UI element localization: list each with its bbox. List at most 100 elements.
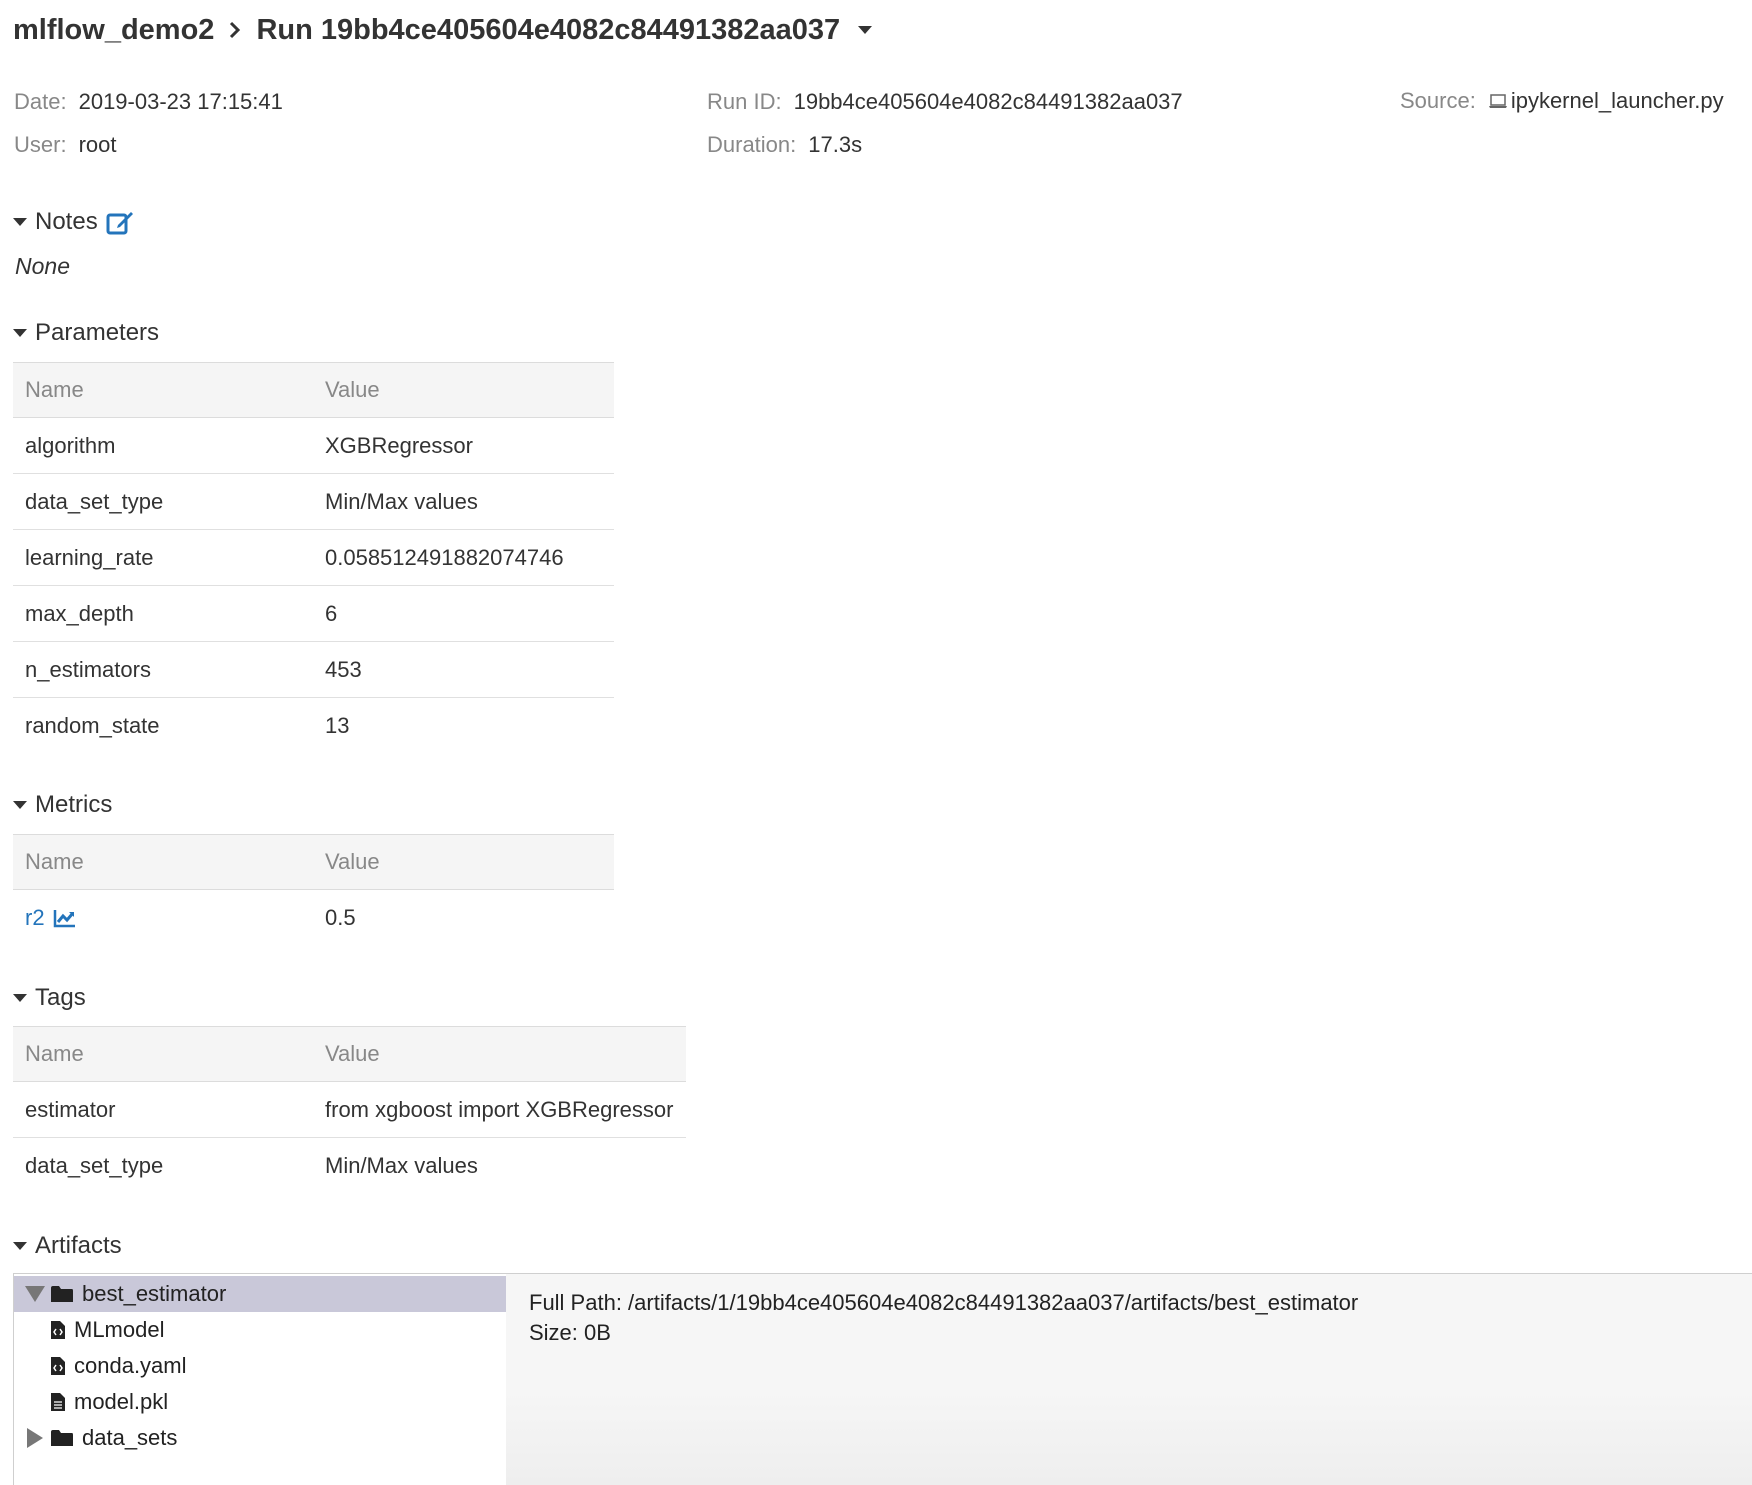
duration-value: 17.3s [808, 132, 863, 157]
duration-label: Duration: [707, 132, 797, 157]
parameters-section-header[interactable]: Parameters [13, 318, 159, 348]
date-value: 2019-03-23 17:15:41 [78, 89, 283, 114]
run-dropdown-caret-icon[interactable] [858, 25, 873, 35]
folder-icon [50, 1285, 74, 1303]
param-value: 6 [313, 585, 614, 642]
tree-item-model-pkl[interactable]: model.pkl [14, 1384, 507, 1420]
run-id-value: 19bb4ce405604e4082c84491382aa037 [793, 89, 1183, 114]
param-value: XGBRegressor [313, 417, 614, 474]
tag-name: data_set_type [25, 1152, 164, 1178]
run-id-label: Run ID: [707, 89, 782, 114]
source-value[interactable]: ipykernel_launcher.py [1511, 88, 1724, 114]
date-label: Date: [14, 89, 67, 114]
column-header-name[interactable]: Name [13, 834, 313, 890]
metrics-table: Name Value r2 0.5 [13, 834, 614, 945]
tag-name: estimator [13, 1081, 313, 1138]
param-value: Min/Max values [313, 473, 614, 530]
user-value: root [78, 132, 117, 157]
notes-section-header[interactable]: Notes [13, 207, 134, 237]
tag-value: from xgboost import XGBRegressor [313, 1081, 686, 1138]
breadcrumb-experiment-link[interactable]: mlflow_demo2 [13, 14, 214, 47]
user-label: User: [14, 132, 67, 157]
notes-content: None [15, 253, 70, 279]
tags-section-header[interactable]: Tags [13, 983, 86, 1013]
column-header-value[interactable]: Value [313, 1026, 686, 1082]
metrics-section-header[interactable]: Metrics [13, 790, 112, 820]
artifact-full-path: Full Path: /artifacts/1/19bb4ce405604e40… [529, 1290, 1359, 1315]
folder-icon [50, 1429, 74, 1447]
artifact-tree: best_estimator MLmodel conda.yaml model.… [13, 1274, 507, 1485]
column-header-value[interactable]: Value [313, 834, 614, 890]
meta-run-id: Run ID: 19bb4ce405604e4082c84491382aa037 [707, 89, 1183, 115]
column-header-name[interactable]: Name [13, 1026, 313, 1082]
tags-title: Tags [35, 984, 86, 1011]
param-name: data_set_type [13, 473, 313, 530]
meta-date: Date: 2019-03-23 17:15:41 [14, 89, 283, 115]
param-name: random_state [25, 712, 160, 738]
param-name: max_depth [13, 585, 313, 642]
artifact-size: Size: 0B [529, 1320, 611, 1345]
tree-item-label: MLmodel [74, 1317, 165, 1342]
param-value: 13 [325, 712, 350, 738]
code-file-icon [50, 1356, 66, 1376]
table-row: max_depth 6 [13, 585, 614, 642]
column-header-name[interactable]: Name [13, 362, 313, 418]
metrics-title: Metrics [35, 791, 113, 818]
table-row: learning_rate 0.058512491882074746 [13, 529, 614, 586]
tree-item-best-estimator[interactable]: best_estimator [14, 1276, 507, 1312]
tree-item-label: model.pkl [74, 1389, 169, 1414]
code-file-icon [50, 1320, 66, 1340]
edit-icon[interactable] [106, 209, 134, 235]
artifacts-title: Artifacts [35, 1232, 122, 1259]
caret-down-icon [13, 217, 27, 227]
artifact-detail-pane: Full Path: /artifacts/1/19bb4ce405604e40… [506, 1274, 1752, 1485]
table-row: random_state 13 [13, 698, 614, 754]
param-name: n_estimators [13, 641, 313, 698]
tree-item-mlmodel[interactable]: MLmodel [14, 1312, 507, 1348]
tag-value: Min/Max values [325, 1152, 478, 1178]
parameters-table: Name Value algorithm XGBRegressor data_se… [13, 362, 614, 753]
table-header-row: Name Value [13, 362, 614, 418]
param-value: 453 [313, 641, 614, 698]
tree-item-label: best_estimator [82, 1281, 227, 1306]
caret-down-icon [13, 993, 27, 1003]
notes-title: Notes [35, 208, 98, 235]
column-header-value[interactable]: Value [313, 362, 614, 418]
param-name: algorithm [13, 417, 313, 474]
laptop-icon [1488, 93, 1508, 109]
table-row: data_set_type Min/Max values [13, 473, 614, 530]
metric-name-cell: r2 [13, 890, 313, 946]
table-row: algorithm XGBRegressor [13, 417, 614, 474]
metric-name: r2 [25, 904, 45, 930]
triangle-down-icon[interactable] [20, 1285, 50, 1303]
run-title: Run 19bb4ce405604e4082c84491382aa037 [256, 13, 841, 46]
table-header-row: Name Value [13, 1026, 686, 1082]
tree-item-label: data_sets [82, 1425, 178, 1450]
artifacts-section-header[interactable]: Artifacts [13, 1231, 122, 1261]
tree-item-conda-yaml[interactable]: conda.yaml [14, 1348, 507, 1384]
caret-down-icon [13, 800, 27, 810]
table-row: n_estimators 453 [13, 641, 614, 698]
param-value: 0.058512491882074746 [313, 529, 614, 586]
param-name: learning_rate [13, 529, 313, 586]
metric-link-r2[interactable]: r2 [25, 905, 77, 931]
chevron-right-icon [228, 20, 242, 40]
tree-item-data-sets[interactable]: data_sets [14, 1420, 507, 1456]
source-label: Source: [1400, 88, 1476, 113]
breadcrumb: mlflow_demo2 Run 19bb4ce405604e4082c8449… [13, 10, 873, 50]
line-chart-icon [53, 908, 77, 928]
caret-down-icon [13, 1241, 27, 1251]
tags-table: Name Value estimator from xgboost import … [13, 1026, 686, 1193]
artifact-browser: best_estimator MLmodel conda.yaml model.… [13, 1273, 1752, 1485]
table-row: estimator from xgboost import XGBRegresso… [13, 1081, 686, 1138]
table-row: r2 0.5 [13, 890, 614, 946]
file-icon [50, 1392, 66, 1412]
metric-value: 0.5 [325, 904, 356, 930]
meta-user: User: root [14, 132, 116, 158]
table-row: data_set_type Min/Max values [13, 1138, 686, 1194]
meta-source: Source: ipykernel_launcher.py [1400, 88, 1724, 114]
table-header-row: Name Value [13, 834, 614, 890]
parameters-title: Parameters [35, 319, 160, 346]
meta-duration: Duration: 17.3s [707, 132, 862, 158]
triangle-right-icon[interactable] [20, 1427, 50, 1449]
